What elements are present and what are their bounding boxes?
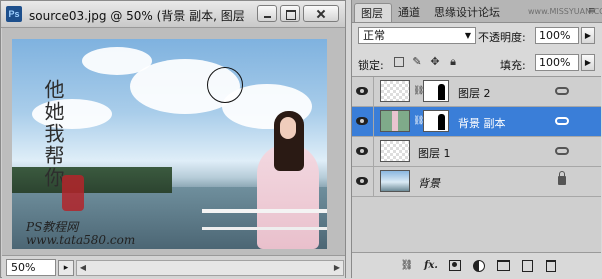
status-bar: 50% ▸ ◀ ▶	[2, 255, 345, 278]
minimize-icon	[258, 6, 276, 21]
link-icon	[555, 147, 569, 155]
link-layers-icon[interactable]: ⛓	[400, 260, 414, 272]
photoshop-app-icon: Ps	[6, 6, 22, 22]
visibility-toggle[interactable]	[352, 107, 374, 136]
lock-all-icon[interactable]: 🔒︎	[446, 55, 460, 69]
blend-mode-select[interactable]: 正常 ▼	[358, 27, 476, 44]
railing	[202, 209, 327, 249]
visibility-toggle[interactable]	[352, 77, 374, 106]
layer-mask-thumbnail[interactable]	[423, 110, 449, 132]
layer-row[interactable]: ⛓ 背景 副本	[352, 107, 601, 137]
watermark-line-2: www.tata580.com	[26, 233, 136, 247]
fill-slider-button[interactable]: ▶	[581, 54, 595, 71]
layer-thumbnail	[380, 80, 410, 102]
document-title: source03.jpg @ 50% (背景 副本, 图层	[29, 9, 245, 23]
trash-icon[interactable]	[544, 260, 558, 272]
layer-row[interactable]: 背景	[352, 167, 601, 197]
layer-thumbnail	[380, 170, 410, 192]
adjustment-layer-icon[interactable]	[472, 260, 486, 272]
layer-mask-thumbnail[interactable]	[423, 80, 449, 102]
document-image[interactable]: 他她我帮你 PS教程网 www.tata580.com	[12, 39, 327, 249]
fill-label: 填充:	[500, 59, 526, 72]
zoom-field[interactable]: 50%	[6, 259, 56, 276]
chevron-down-icon: ▼	[464, 31, 471, 40]
maximize-icon	[281, 6, 299, 21]
layer-name: 图层 1	[418, 147, 451, 160]
close-icon	[304, 6, 338, 21]
layer-row[interactable]: ⛓ 图层 2	[352, 77, 601, 107]
scroll-left-icon[interactable]: ◀	[77, 261, 89, 275]
tab-layers[interactable]: 图层	[354, 3, 392, 22]
tab-channels[interactable]: 通道	[392, 3, 428, 22]
shore-trees	[12, 167, 172, 193]
fx-icon[interactable]: fx.	[424, 260, 438, 272]
lock-icon	[558, 171, 566, 185]
layer-name: 图层 2	[458, 87, 491, 100]
scroll-right-icon[interactable]: ▶	[331, 261, 343, 275]
panel-tabbar: 图层 通道 思缘设计论坛 www.MISSYUAN.COM ≡	[352, 0, 602, 23]
new-layer-icon[interactable]	[520, 260, 534, 272]
blend-mode-value: 正常	[363, 29, 385, 42]
maximize-button[interactable]	[280, 5, 300, 22]
visibility-toggle[interactable]	[352, 137, 374, 166]
layer-thumbnail	[380, 110, 410, 132]
link-icon	[555, 117, 569, 125]
fill-input[interactable]: 100%	[535, 54, 579, 71]
canvas-area[interactable]: 他她我帮你 PS教程网 www.tata580.com	[2, 28, 345, 255]
lock-transparency-icon[interactable]	[392, 55, 406, 69]
layer-name: 背景	[418, 177, 440, 190]
visibility-toggle[interactable]	[352, 167, 374, 196]
status-menu-icon[interactable]: ▸	[58, 260, 74, 276]
document-window: Ps source03.jpg @ 50% (背景 副本, 图层 他她我帮你 P…	[0, 0, 346, 278]
lock-pixels-icon[interactable]: ✎	[410, 55, 424, 69]
new-group-icon[interactable]	[496, 260, 510, 272]
layers-panel-footer: ⛓ fx.	[352, 252, 601, 279]
minimize-button[interactable]	[257, 5, 277, 22]
document-titlebar[interactable]: Ps source03.jpg @ 50% (背景 副本, 图层	[1, 1, 345, 28]
watermark: PS教程网 www.tata580.com	[26, 221, 156, 247]
eye-icon	[356, 87, 368, 95]
calligraphy-text: 他她我帮你	[41, 79, 65, 189]
tab-forum[interactable]: 思缘设计论坛	[428, 3, 528, 22]
brush-cursor	[207, 67, 243, 103]
lock-position-icon[interactable]: ✥	[428, 55, 442, 69]
layer-name: 背景 副本	[458, 117, 506, 130]
eye-icon	[356, 117, 368, 125]
opacity-slider-button[interactable]: ▶	[581, 27, 595, 44]
red-seal-stamp	[62, 175, 84, 211]
eye-icon	[356, 147, 368, 155]
close-button[interactable]	[303, 5, 339, 22]
horizontal-scrollbar[interactable]: ◀ ▶	[76, 260, 344, 276]
mask-link-icon[interactable]: ⛓	[413, 116, 424, 127]
opacity-input[interactable]: 100%	[535, 27, 579, 44]
layer-row[interactable]: 图层 1	[352, 137, 601, 167]
eye-icon	[356, 177, 368, 185]
layers-panel: 图层 通道 思缘设计论坛 www.MISSYUAN.COM ≡ 正常 ▼ 不透明…	[351, 0, 602, 279]
opacity-label: 不透明度:	[478, 31, 526, 44]
layer-thumbnail	[380, 140, 410, 162]
figure-face	[280, 117, 296, 139]
link-icon	[555, 87, 569, 95]
layer-list: ⛓ 图层 2 ⛓ 背景 副本 图层 1 背景	[352, 76, 601, 253]
panel-menu-icon[interactable]: ≡	[588, 6, 598, 16]
add-mask-icon[interactable]	[448, 260, 462, 272]
mask-link-icon[interactable]: ⛓	[413, 86, 424, 97]
lock-label: 锁定:	[358, 59, 384, 72]
